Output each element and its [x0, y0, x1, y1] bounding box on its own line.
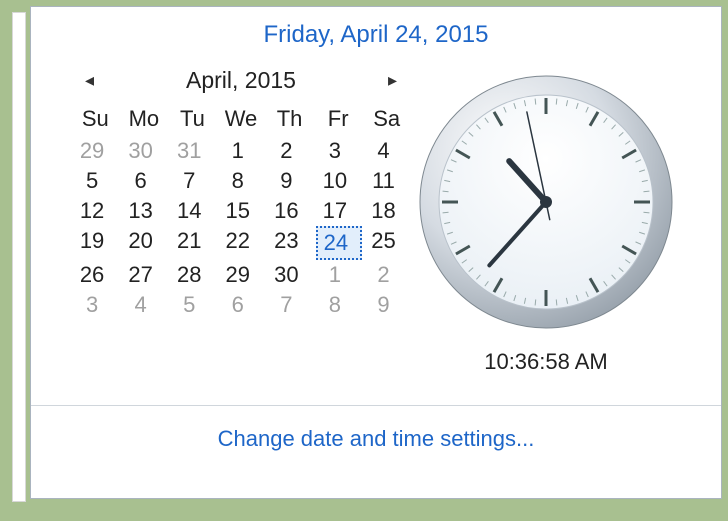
calendar-day[interactable]: 5: [74, 166, 120, 196]
calendar-day[interactable]: 17: [316, 196, 362, 226]
calendar-day[interactable]: 29: [219, 260, 265, 290]
calendar-day[interactable]: 11: [365, 166, 411, 196]
clock-face-icon: [416, 72, 676, 332]
calendar-day[interactable]: 20: [122, 226, 168, 260]
calendar-day-header: Sa: [362, 102, 411, 136]
calendar-day[interactable]: 21: [171, 226, 217, 260]
calendar-day[interactable]: 9: [268, 166, 314, 196]
calendar-day-header: Su: [71, 102, 120, 136]
calendar-day[interactable]: 18: [365, 196, 411, 226]
calendar-day[interactable]: 31: [171, 136, 217, 166]
background-strip: [12, 12, 26, 502]
calendar-day[interactable]: 2: [365, 260, 411, 290]
calendar-day[interactable]: 6: [219, 290, 265, 320]
calendar-grid: SuMoTuWeThFrSa29303112345678910111213141…: [71, 102, 411, 320]
calendar-day[interactable]: 14: [171, 196, 217, 226]
calendar-day[interactable]: 29: [74, 136, 120, 166]
calendar-day-header: Fr: [314, 102, 363, 136]
calendar-day[interactable]: 26: [74, 260, 120, 290]
calendar-day-selected[interactable]: 24: [316, 226, 362, 260]
analog-clock: [411, 67, 681, 337]
calendar-day[interactable]: 7: [171, 166, 217, 196]
calendar-day[interactable]: 1: [316, 260, 362, 290]
calendar-day[interactable]: 16: [268, 196, 314, 226]
calendar-day[interactable]: 2: [268, 136, 314, 166]
calendar-day[interactable]: 3: [316, 136, 362, 166]
calendar-day[interactable]: 30: [122, 136, 168, 166]
calendar-day[interactable]: 9: [365, 290, 411, 320]
current-date-heading: Friday, April 24, 2015: [31, 7, 721, 67]
calendar-day[interactable]: 3: [74, 290, 120, 320]
calendar-day[interactable]: 25: [365, 226, 411, 260]
calendar-month-label[interactable]: April, 2015: [186, 67, 296, 94]
calendar-day[interactable]: 28: [171, 260, 217, 290]
calendar-day[interactable]: 23: [268, 226, 314, 260]
calendar-header: ◂ April, 2015 ▸: [71, 67, 411, 102]
calendar-day[interactable]: 13: [122, 196, 168, 226]
calendar-day[interactable]: 19: [74, 226, 120, 260]
calendar-day[interactable]: 15: [219, 196, 265, 226]
calendar-day[interactable]: 8: [219, 166, 265, 196]
calendar-day[interactable]: 7: [268, 290, 314, 320]
clock-panel: 10:36:58 AM: [411, 67, 681, 375]
calendar-day-header: We: [217, 102, 266, 136]
calendar-day[interactable]: 8: [316, 290, 362, 320]
calendar-day[interactable]: 4: [365, 136, 411, 166]
calendar-day[interactable]: 5: [171, 290, 217, 320]
calendar-day[interactable]: 10: [316, 166, 362, 196]
calendar-day-header: Tu: [168, 102, 217, 136]
calendar: ◂ April, 2015 ▸ SuMoTuWeThFrSa2930311234…: [71, 67, 411, 375]
next-month-button[interactable]: ▸: [380, 68, 405, 93]
calendar-day[interactable]: 4: [122, 290, 168, 320]
footer: Change date and time settings...: [31, 406, 721, 498]
calendar-day-header: Mo: [120, 102, 169, 136]
calendar-day[interactable]: 27: [122, 260, 168, 290]
digital-time: 10:36:58 AM: [484, 349, 608, 375]
prev-month-button[interactable]: ◂: [77, 68, 102, 93]
content-area: ◂ April, 2015 ▸ SuMoTuWeThFrSa2930311234…: [31, 67, 721, 385]
calendar-day[interactable]: 1: [219, 136, 265, 166]
calendar-day[interactable]: 6: [122, 166, 168, 196]
change-settings-link[interactable]: Change date and time settings...: [218, 426, 535, 451]
calendar-day[interactable]: 30: [268, 260, 314, 290]
date-time-flyout: Friday, April 24, 2015 ◂ April, 2015 ▸ S…: [30, 6, 722, 499]
calendar-day[interactable]: 22: [219, 226, 265, 260]
calendar-day-header: Th: [265, 102, 314, 136]
calendar-day[interactable]: 12: [74, 196, 120, 226]
